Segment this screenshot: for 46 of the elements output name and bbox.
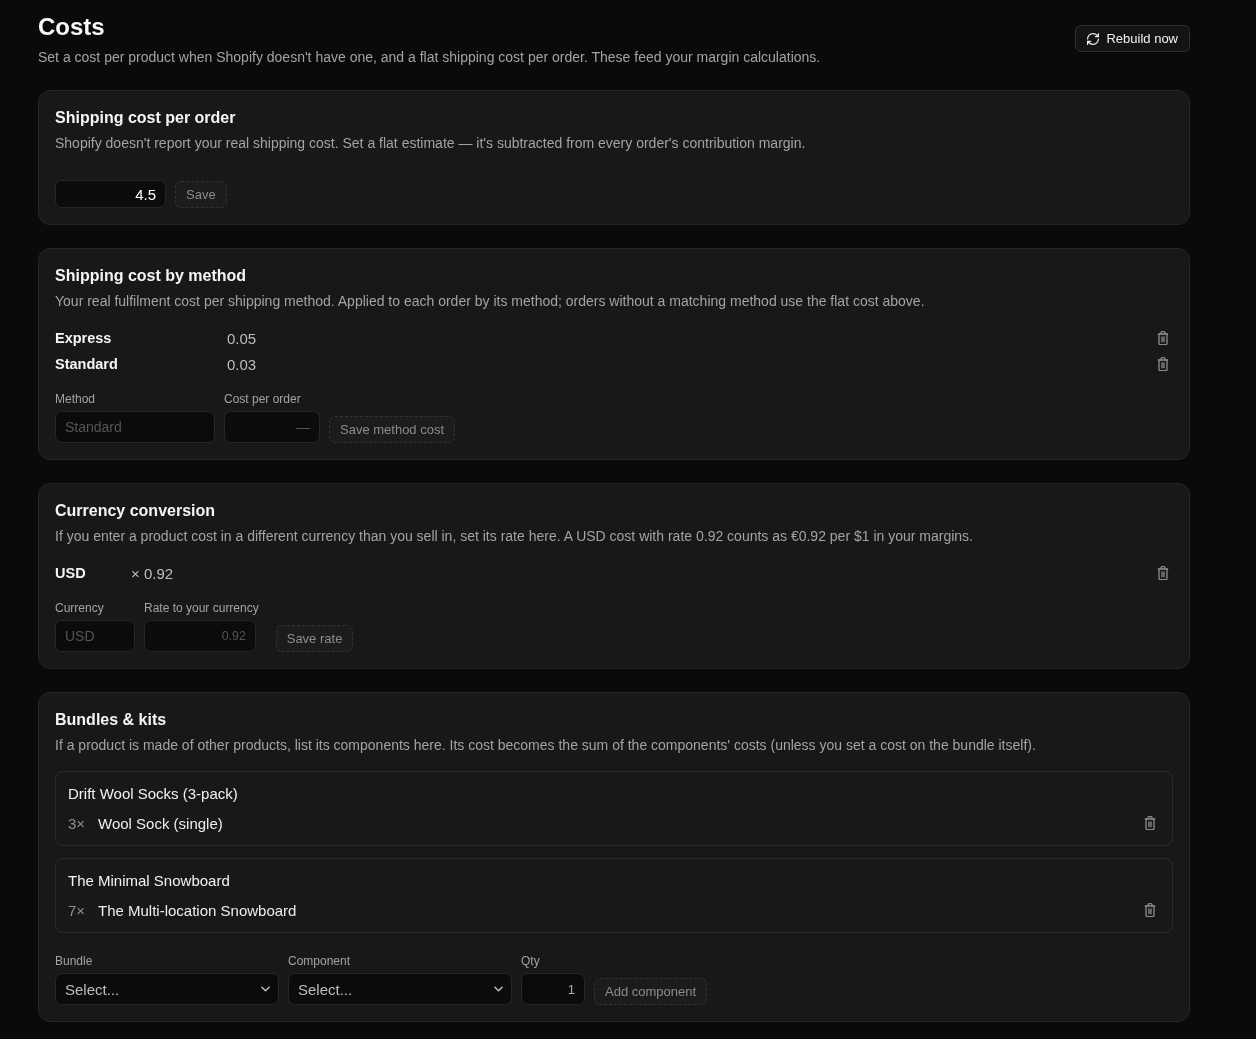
method-name: Express	[55, 330, 113, 346]
trash-icon[interactable]	[1144, 903, 1156, 917]
rebuild-now-button[interactable]: Rebuild now	[1075, 25, 1190, 52]
refresh-icon	[1087, 32, 1100, 45]
cost-per-order-label: Cost per order	[224, 391, 302, 407]
trash-icon[interactable]	[1157, 566, 1169, 580]
bundle-label: Bundle	[55, 953, 94, 969]
shipping-cost-input[interactable]: 4.5	[55, 180, 166, 208]
card-description: If a product is made of other products, list its components here. Its cost becomes the sum of the components' costs (unless you set a cost on the bundle itself).	[55, 736, 1037, 755]
component-name: Wool Sock (single)	[98, 814, 224, 832]
method-cost: 0.05	[227, 329, 258, 347]
trash-icon[interactable]	[1157, 331, 1169, 345]
chevron-down-icon	[261, 986, 270, 992]
bundle-select[interactable]: Select...	[55, 973, 279, 1005]
card-description: Your real fulfilment cost per shipping method. Applied to each order by its method; orders without a matching method use the flat cost above.	[55, 292, 926, 311]
chevron-down-icon	[494, 986, 503, 992]
bundle-name: The Minimal Snowboard	[68, 871, 231, 891]
currency-rate: × 0.92	[131, 564, 175, 582]
card-description: If you enter a product cost in a different currency than you sell in, set its rate here. A USD cost with rate 0.92 counts as €0.92 per $1 in your margins.	[55, 527, 974, 546]
card-title: Currency conversion	[55, 501, 217, 521]
component-quantity: 3×	[68, 814, 87, 832]
currency-code: USD	[55, 565, 87, 581]
rate-input[interactable]: 0.92	[144, 620, 256, 652]
method-label: Method	[55, 391, 97, 407]
currency-label: Currency	[55, 600, 105, 616]
component-label: Component	[288, 953, 352, 969]
trash-icon[interactable]	[1157, 357, 1169, 371]
card-title: Shipping cost by method	[55, 266, 248, 286]
component-quantity: 7×	[68, 901, 87, 919]
qty-label: Qty	[521, 953, 541, 969]
cost-per-order-input[interactable]: —	[224, 411, 320, 443]
method-input[interactable]: Standard	[55, 411, 215, 443]
component-select[interactable]: Select...	[288, 973, 512, 1005]
page-title: Costs	[38, 12, 106, 42]
card-description: Shopify doesn't report your real shipping cost. Set a flat estimate — it's subtracted from every order's contribution margin.	[55, 134, 807, 153]
currency-input[interactable]: USD	[55, 620, 135, 652]
bundle-name: Drift Wool Socks (3-pack)	[68, 784, 239, 804]
rate-label: Rate to your currency	[144, 600, 259, 616]
component-name: The Multi-location Snowboard	[98, 901, 298, 919]
page-subtitle: Set a cost per product when Shopify doesn't have one, and a flat shipping cost per order. These feed your margin calculations.	[38, 48, 821, 67]
method-name: Standard	[55, 356, 119, 372]
card-title: Shipping cost per order	[55, 108, 237, 128]
trash-icon[interactable]	[1144, 816, 1156, 830]
method-cost: 0.03	[227, 355, 258, 373]
qty-input[interactable]: 1	[521, 973, 585, 1005]
card-title: Bundles & kits	[55, 710, 168, 730]
